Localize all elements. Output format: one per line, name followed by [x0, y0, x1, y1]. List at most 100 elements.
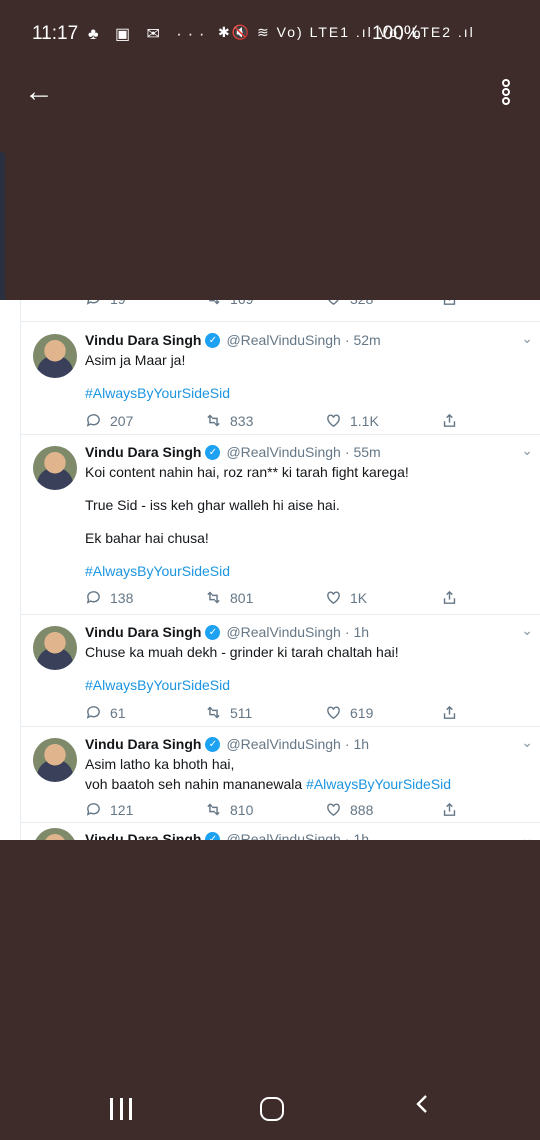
verified-badge-icon: ✓ [205, 624, 221, 640]
avatar[interactable] [33, 334, 77, 378]
separator: · [344, 736, 350, 752]
author-handle[interactable]: @RealVinduSingh [226, 624, 340, 640]
tweet-age: 1h [353, 624, 370, 640]
tweet-text: True Sid - iss keh ghar walleh hi aise h… [85, 497, 340, 513]
tweet-text: Chuse ka muah dekh - grinder ki tarah ch… [85, 644, 399, 660]
chevron-down-icon[interactable]: ⌄ [521, 330, 533, 347]
verified-badge-icon: ✓ [205, 444, 221, 460]
hashtag-link[interactable]: #AlwaysByYourSideSid [85, 383, 525, 403]
separator: · [344, 624, 350, 640]
tweet-header: Vindu Dara Singh ✓ @RealVinduSingh · 1h [85, 624, 525, 640]
heart-icon [327, 414, 340, 428]
like-button[interactable]: 1K [325, 589, 367, 606]
tweet-item[interactable]: Vindu Dara Singh ✓ @RealVinduSingh · 52m Asi… [21, 322, 540, 435]
chevron-down-icon[interactable]: ⌄ [521, 442, 533, 459]
retweet-count: 833 [230, 412, 254, 429]
retweet-icon [207, 414, 220, 427]
reply-button[interactable]: 19 [85, 300, 126, 307]
hashtag-link[interactable]: #AlwaysByYourSideSid [306, 776, 451, 792]
like-count: 1.1K [350, 412, 379, 429]
like-button[interactable]: 888 [325, 801, 373, 818]
share-button[interactable] [441, 300, 458, 307]
share-button[interactable] [441, 412, 458, 429]
author-name[interactable]: Vindu Dara Singh [85, 444, 201, 460]
tweet-age: 1h [353, 831, 370, 840]
reply-icon [86, 591, 100, 604]
tweet-header: Vindu Dara Singh ✓ @RealVinduSingh · 52m [85, 332, 525, 348]
author-name[interactable]: Vindu Dara Singh [85, 831, 201, 840]
tweet-item-partial[interactable]: Vindu Dara Singh ✓ @RealVinduSingh · 1h ⌄ [21, 822, 540, 840]
reply-icon [86, 706, 100, 719]
hashtag-link[interactable]: #AlwaysByYourSideSid [85, 675, 525, 695]
author-name[interactable]: Vindu Dara Singh [85, 624, 201, 640]
tweet-text: Koi content nahin hai, roz ran** ki tara… [85, 464, 409, 480]
like-button[interactable]: 619 [325, 704, 373, 721]
reply-button[interactable]: 61 [85, 704, 126, 721]
tweet-header: Vindu Dara Singh ✓ @RealVinduSingh · 1h [85, 831, 525, 840]
author-name[interactable]: Vindu Dara Singh [85, 332, 201, 348]
notification-icons: ♣ ▣ ✉ ··· [88, 26, 211, 43]
back-icon[interactable] [412, 1095, 430, 1113]
like-button[interactable]: 328 [325, 300, 373, 307]
like-count: 1K [350, 589, 368, 606]
reply-count: 19 [110, 300, 126, 307]
share-button[interactable] [441, 801, 458, 818]
reply-icon [86, 803, 100, 816]
like-button[interactable]: 1.1K [325, 412, 379, 429]
reply-count: 121 [110, 801, 134, 818]
retweet-icon [209, 300, 220, 305]
app-bar: ← [0, 70, 540, 120]
share-icon [443, 300, 456, 305]
tweet-feed[interactable]: 19 169 328 Vindu Dara Singh✓@RealVinduSi… [0, 300, 540, 840]
share-icon [443, 802, 456, 816]
reply-count: 138 [110, 589, 134, 606]
avatar[interactable] [33, 828, 77, 840]
reply-button[interactable]: 121 [85, 801, 133, 818]
recent-apps-icon[interactable] [110, 1098, 132, 1120]
reply-button[interactable]: 207 [85, 412, 133, 429]
share-button[interactable] [441, 704, 458, 721]
tweet-item[interactable]: Vindu Dara Singh ✓ @RealVinduSingh · 1h Chus… [21, 614, 540, 727]
separator: · [344, 831, 350, 840]
retweet-button[interactable]: 833 [205, 412, 253, 429]
heart-icon [327, 706, 340, 720]
separator: · [344, 444, 350, 460]
avatar[interactable] [33, 738, 77, 782]
reply-count: 61 [110, 704, 126, 721]
verified-badge-icon: ✓ [205, 831, 221, 840]
share-icon [443, 705, 456, 719]
retweet-button[interactable]: 169 [205, 300, 253, 307]
network-icons: ✱🔇 ≋ Vo) LTE1 .ıl Vo) LTE2 .ıl [218, 24, 475, 40]
retweet-button[interactable]: 801 [205, 589, 253, 606]
chevron-down-icon[interactable]: ⌄ [521, 734, 533, 751]
share-button[interactable] [441, 589, 458, 606]
verified-badge-icon: ✓ [205, 332, 221, 348]
heart-icon [327, 591, 340, 605]
share-icon [443, 413, 456, 427]
share-icon [443, 590, 456, 604]
author-handle[interactable]: @RealVinduSingh [226, 444, 340, 460]
like-count: 888 [350, 801, 374, 818]
tweet-item[interactable]: Vindu Dara Singh ✓ @RealVinduSingh · 1h Asim… [21, 726, 540, 823]
hashtag-link[interactable]: #AlwaysByYourSideSid [85, 561, 525, 581]
author-handle[interactable]: @RealVinduSingh [226, 332, 340, 348]
tweet-text: Ek bahar hai chusa! [85, 530, 209, 546]
tweet-item[interactable]: Vindu Dara Singh ✓ @RealVinduSingh · 55m Koi… [21, 434, 540, 615]
home-icon[interactable] [260, 1097, 284, 1121]
author-handle[interactable]: @RealVinduSingh [226, 736, 340, 752]
author-handle[interactable]: @RealVinduSingh [226, 831, 340, 840]
reply-icon [86, 300, 100, 305]
avatar[interactable] [33, 626, 77, 670]
chevron-down-icon[interactable]: ⌄ [521, 830, 533, 840]
back-arrow-icon[interactable]: ← [24, 77, 54, 107]
system-navigation-bar [0, 1080, 540, 1140]
more-options-icon[interactable] [498, 78, 514, 110]
reply-button[interactable]: 138 [85, 589, 133, 606]
retweet-button[interactable]: 511 [205, 704, 252, 721]
retweet-button[interactable]: 810 [205, 801, 253, 818]
tweet-text: voh baatoh seh nahin mananewala #AlwaysB… [85, 774, 525, 794]
chevron-down-icon[interactable]: ⌄ [521, 622, 533, 639]
author-name[interactable]: Vindu Dara Singh [85, 736, 201, 752]
avatar[interactable] [33, 446, 77, 490]
separator: · [344, 332, 350, 348]
